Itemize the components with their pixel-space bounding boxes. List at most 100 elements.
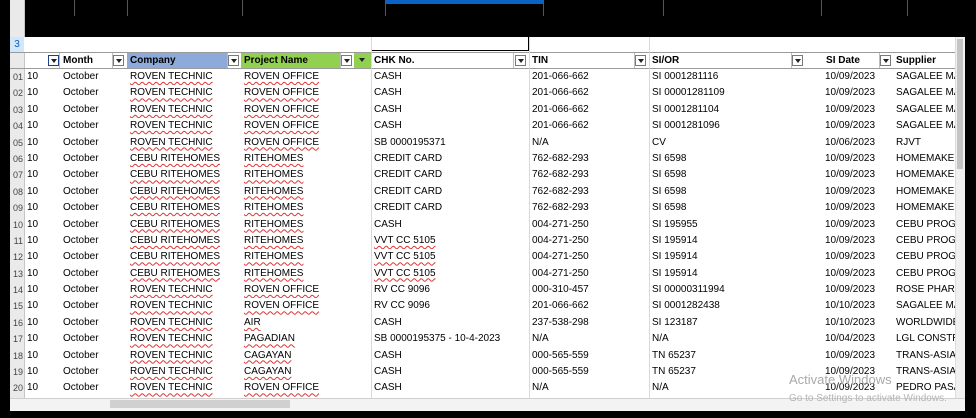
cell-chk[interactable]: RV CC 9096 (371, 298, 529, 314)
cell-sior[interactable]: N/A (649, 331, 807, 347)
cell-month[interactable]: October (60, 135, 127, 151)
cell-month[interactable]: October (60, 118, 127, 134)
cell-project[interactable]: CAGAYAN (241, 348, 371, 364)
cell-month[interactable]: October (60, 69, 127, 85)
filter-arrow-project-name[interactable] (357, 55, 368, 66)
cell-date[interactable]: 10/09/2023 (807, 348, 893, 364)
cell-date[interactable]: 10/09/2023 (807, 69, 893, 85)
cell-project[interactable]: RITEHOMES (241, 167, 371, 183)
cell-a[interactable]: 10 (24, 118, 60, 134)
cell-chk[interactable]: VVT CC 5105 (371, 249, 529, 265)
row-number[interactable]: 05 (10, 134, 24, 151)
cell-month[interactable]: October (60, 151, 127, 167)
cell-project[interactable]: AIR (241, 315, 371, 331)
row-number-3[interactable]: 3 (10, 37, 24, 52)
cell-date[interactable]: 10/10/2023 (807, 298, 893, 314)
cell-chk[interactable]: CASH (371, 118, 529, 134)
cell-company[interactable]: CEBU RITEHOMES (127, 184, 241, 200)
cell-supplier[interactable]: HOMEMAKER (893, 167, 956, 183)
cell-a[interactable]: 10 (24, 69, 60, 85)
horizontal-scrollbar[interactable] (110, 400, 290, 408)
cell-supplier[interactable]: HOMEMAKER (893, 151, 956, 167)
cell-company[interactable]: ROVEN TECHNIC (127, 135, 241, 151)
cell-supplier[interactable]: TRANS-ASIA SH (893, 364, 956, 380)
cell-a[interactable]: 10 (24, 331, 60, 347)
cell-project[interactable]: CAGAYAN (241, 364, 371, 380)
cell-company[interactable]: ROVEN TECHNIC (127, 331, 241, 347)
row-number[interactable]: 13 (10, 265, 24, 283)
cell-project[interactable]: RITEHOMES (241, 266, 371, 282)
cell-a[interactable]: 10 (24, 364, 60, 380)
cell-company[interactable]: ROVEN TECHNIC (127, 315, 241, 331)
cell-tin[interactable]: N/A (529, 331, 649, 347)
cell-tin[interactable]: 000-565-559 (529, 364, 649, 380)
cell-company[interactable]: ROVEN TECHNIC (127, 85, 241, 101)
cell-a[interactable]: 10 (24, 282, 60, 298)
cell-tin[interactable]: 237-538-298 (529, 315, 649, 331)
cell-supplier[interactable]: RJVT (893, 135, 956, 151)
cell-chk[interactable]: CASH (371, 217, 529, 233)
cell-chk[interactable]: SB 0000195375 - 10-4-2023 (371, 331, 529, 347)
cell-sior[interactable]: SI 0001281104 (649, 102, 807, 118)
cell-sior[interactable]: SI 6598 (649, 151, 807, 167)
cell-project[interactable]: RITEHOMES (241, 233, 371, 249)
row-number[interactable]: 01 (10, 69, 24, 86)
cell-tin[interactable]: 004-271-250 (529, 217, 649, 233)
cell-date[interactable]: 10/09/2023 (807, 282, 893, 298)
filter-dropdown-tin[interactable] (635, 55, 646, 66)
cell-date[interactable]: 10/09/2023 (807, 102, 893, 118)
cell-sior[interactable]: SI 195914 (649, 233, 807, 249)
cell-project[interactable]: RITEHOMES (241, 151, 371, 167)
cell-tin[interactable]: 762-682-293 (529, 184, 649, 200)
cell-company[interactable]: CEBU RITEHOMES (127, 233, 241, 249)
cell-chk[interactable]: CREDIT CARD (371, 151, 529, 167)
cell-sior[interactable]: TN 65237 (649, 348, 807, 364)
cell-supplier[interactable]: SAGALEE MAN (893, 298, 956, 314)
cell-company[interactable]: CEBU RITEHOMES (127, 249, 241, 265)
cell-tin[interactable]: N/A (529, 135, 649, 151)
cell-tin[interactable]: 201-066-662 (529, 69, 649, 85)
row-number[interactable]: 08 (10, 183, 24, 201)
cell-company[interactable]: ROVEN TECHNIC (127, 364, 241, 380)
cell-project[interactable]: ROVEN OFFICE (241, 69, 371, 85)
cell-supplier[interactable]: LGL CONSTRU (893, 331, 956, 347)
cell-supplier[interactable]: SAGALEE MAN (893, 102, 956, 118)
row-number[interactable]: 19 (10, 364, 24, 381)
cell-supplier[interactable]: SAGALEE MAN (893, 85, 956, 101)
cell-tin[interactable]: 004-271-250 (529, 249, 649, 265)
row-number[interactable]: 02 (10, 85, 24, 102)
row-number[interactable]: 03 (10, 101, 24, 119)
cell-a[interactable]: 10 (24, 200, 60, 216)
cell-chk[interactable]: VVT CC 5105 (371, 233, 529, 249)
cell-project[interactable]: ROVEN OFFICE (241, 118, 371, 134)
cell-chk[interactable]: CASH (371, 364, 529, 380)
cell-project[interactable]: RITEHOMES (241, 200, 371, 216)
cell-tin[interactable]: 201-066-662 (529, 298, 649, 314)
cell-a[interactable]: 10 (24, 348, 60, 364)
cell-date[interactable]: 10/09/2023 (807, 249, 893, 265)
cell-month[interactable]: October (60, 85, 127, 101)
row-number[interactable]: 20 (10, 380, 24, 397)
cell-company[interactable]: ROVEN TECHNIC (127, 282, 241, 298)
cell-month[interactable]: October (60, 184, 127, 200)
cell-company[interactable]: ROVEN TECHNIC (127, 69, 241, 85)
cell-month[interactable]: October (60, 315, 127, 331)
cell-chk[interactable]: CASH (371, 348, 529, 364)
row-number[interactable]: 18 (10, 347, 24, 365)
cell-month[interactable]: October (60, 348, 127, 364)
cell-sior[interactable]: SI 00000311994 (649, 282, 807, 298)
cell-sior[interactable]: SI 0001281096 (649, 118, 807, 134)
active-cell[interactable] (371, 36, 529, 51)
cell-supplier[interactable]: CEBU PROGRE (893, 266, 956, 282)
row-number[interactable]: 14 (10, 282, 24, 299)
cell-a[interactable]: 10 (24, 102, 60, 118)
row-number[interactable]: 06 (10, 150, 24, 168)
cell-date[interactable]: 10/09/2023 (807, 85, 893, 101)
cell-month[interactable]: October (60, 167, 127, 183)
cell-supplier[interactable]: ROSE PHARMA (893, 282, 956, 298)
cell-company[interactable]: ROVEN TECHNIC (127, 380, 241, 396)
cell-company[interactable]: ROVEN TECHNIC (127, 118, 241, 134)
cell-date[interactable]: 10/09/2023 (807, 217, 893, 233)
cell-month[interactable]: October (60, 380, 127, 396)
cell-supplier[interactable]: CEBU PROGRE (893, 233, 956, 249)
